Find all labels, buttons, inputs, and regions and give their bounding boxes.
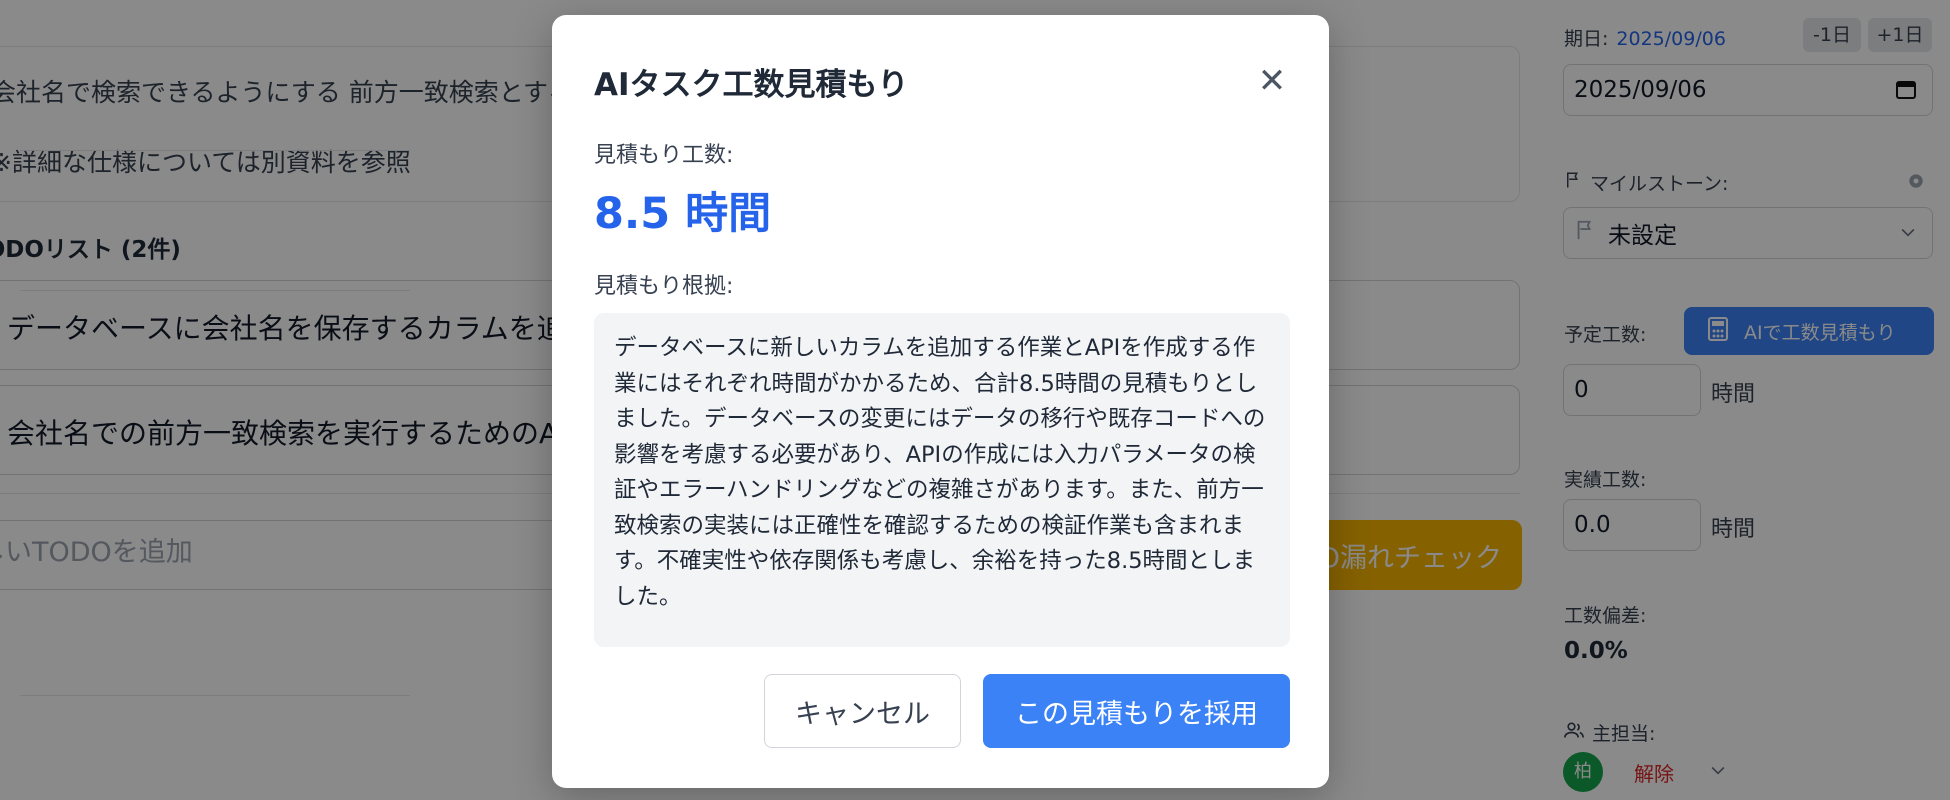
- estimate-label: 見積もり工数:: [594, 143, 734, 168]
- cancel-button[interactable]: キャンセル: [764, 674, 961, 748]
- ai-estimate-modal: AIタスク工数見積もり ✕ 見積もり工数: 8.5 時間 見積もり根拠: データ…: [552, 15, 1329, 788]
- reason-text: データベースに新しいカラムを追加する作業とAPIを作成する作業にはそれぞれ時間が…: [594, 313, 1290, 647]
- modal-title: AIタスク工数見積もり: [594, 67, 909, 103]
- accept-estimate-button[interactable]: この見積もりを採用: [983, 674, 1290, 748]
- estimate-value: 8.5 時間: [594, 189, 772, 239]
- close-icon[interactable]: ✕: [1252, 61, 1292, 101]
- reason-label: 見積もり根拠:: [594, 274, 734, 299]
